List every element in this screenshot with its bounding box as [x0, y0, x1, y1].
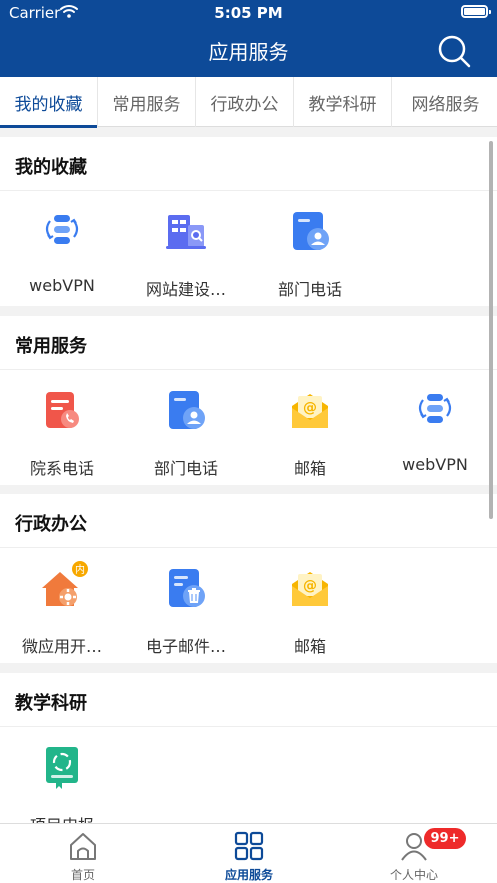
project-book-icon	[46, 747, 78, 789]
section-title: 教学科研	[15, 693, 87, 714]
apps-grid-icon	[234, 831, 264, 861]
website-building-icon	[166, 215, 206, 249]
mail-trash-icon	[169, 569, 205, 607]
service-item-mailbox[interactable]: @ 邮箱	[248, 548, 372, 663]
service-label: 微应用开…	[21, 637, 102, 656]
service-item-faculty-phone[interactable]: 院系电话	[0, 370, 124, 485]
service-label: 部门电话	[277, 280, 342, 299]
scrollbar[interactable]	[489, 141, 493, 519]
service-label: 部门电话	[153, 459, 218, 478]
tabbar-home[interactable]: 首页	[0, 824, 166, 883]
category-tabs: 我的收藏 常用服务 行政办公 教学科研 网络服务	[0, 77, 497, 128]
tab-teaching-research[interactable]: 教学科研	[294, 77, 392, 127]
tabbar-label: 个人中心	[389, 868, 438, 882]
section-title: 常用服务	[15, 336, 87, 357]
notification-badge: 99+	[424, 828, 466, 849]
service-item-webvpn[interactable]: webVPN	[0, 191, 124, 306]
service-label: 邮箱	[293, 459, 326, 478]
tab-administrative-office[interactable]: 行政办公	[196, 77, 294, 127]
service-label: 电子邮件…	[145, 637, 226, 656]
page-title: 应用服务	[208, 40, 289, 64]
svg-text:@: @	[303, 578, 317, 594]
service-item-department-phone[interactable]: 部门电话	[124, 370, 248, 485]
service-item-micro-app-dev[interactable]: 内 微应用开…	[0, 548, 124, 663]
search-icon[interactable]	[436, 33, 472, 69]
status-bar: Carrier 5:05 PM	[0, 0, 497, 26]
service-item-mailbox[interactable]: @ 邮箱	[248, 370, 372, 485]
section-teaching-research: 教学科研 项目申报	[0, 673, 497, 823]
service-label: webVPN	[29, 276, 95, 295]
bottom-tab-bar: 首页 应用服务 个人中心	[0, 823, 497, 883]
section-common-services: 常用服务 院系电话 部门电话 @ 邮箱 webVPN	[0, 316, 497, 485]
document-phone-icon	[46, 392, 79, 428]
contact-card-icon	[169, 391, 205, 429]
tab-common-services[interactable]: 常用服务	[98, 77, 196, 127]
service-item-website-building[interactable]: 网站建设…	[124, 191, 248, 306]
service-item-project-application[interactable]: 项目申报	[0, 727, 124, 823]
home-icon	[70, 833, 96, 860]
house-gear-icon: 内	[42, 561, 88, 606]
section-my-favorites: 我的收藏 webVPN 网站建设… 部门电话	[0, 137, 497, 306]
battery-icon	[461, 5, 491, 18]
tabbar-app-services[interactable]: 应用服务	[166, 824, 332, 883]
service-item-webvpn[interactable]: webVPN	[373, 370, 497, 485]
tab-network-services[interactable]: 网络服务	[392, 77, 497, 127]
service-label: 项目申报	[0, 812, 124, 823]
service-label: 网站建设…	[145, 280, 226, 299]
service-label: 院系电话	[29, 459, 94, 478]
contact-card-icon	[293, 212, 329, 250]
mail-icon: @	[292, 394, 328, 428]
service-list[interactable]: 我的收藏 webVPN 网站建设… 部门电话 常用服务 院系电话 部门电话 @ …	[0, 137, 497, 823]
app-header: Carrier 5:05 PM 应用服务	[0, 0, 497, 77]
mail-icon: @	[292, 572, 328, 606]
service-item-department-phone[interactable]: 部门电话	[248, 191, 372, 306]
svg-text:@: @	[303, 400, 317, 416]
tabbar-label: 首页	[70, 868, 95, 882]
tab-my-favorites[interactable]: 我的收藏	[0, 77, 98, 128]
vpn-icon	[45, 215, 79, 244]
tabbar-label: 应用服务	[224, 868, 273, 882]
internal-badge: 内	[75, 563, 85, 576]
status-time: 5:05 PM	[214, 4, 283, 22]
tabbar-personal-center[interactable]: 个人中心	[331, 824, 497, 883]
section-title: 行政办公	[15, 514, 87, 535]
section-title: 我的收藏	[15, 157, 87, 178]
section-administrative-office: 行政办公 内 微应用开… 电子邮件… @ 邮箱	[0, 494, 497, 663]
service-label: webVPN	[402, 455, 468, 474]
service-item-email-cleanup[interactable]: 电子邮件…	[124, 548, 248, 663]
vpn-icon	[418, 394, 452, 423]
service-label: 邮箱	[293, 637, 326, 656]
